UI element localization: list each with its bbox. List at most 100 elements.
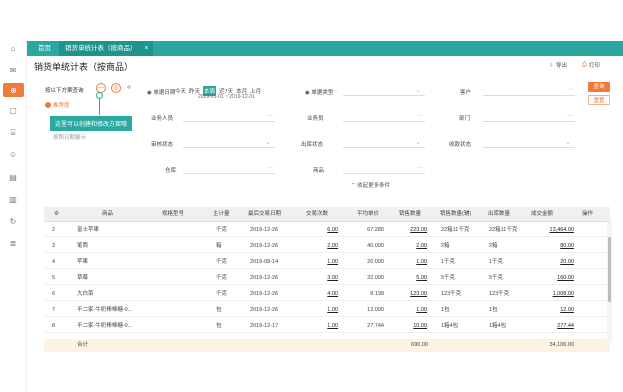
table-row[interactable]: 8 不二家-牛奶棒棒糖-0... 包 2019-12-17 1.00 27.744 10.0… [44, 319, 610, 333]
table-cell: 12.000 [367, 307, 384, 313]
table-cell: 27.744 [367, 323, 384, 329]
user-group-icon[interactable]: ☺ [7, 149, 19, 160]
collapse-more-button[interactable]: ⌃ 收起更多条件 [351, 181, 390, 189]
table-cell[interactable]: 1.00 [302, 255, 338, 269]
outbound-status-select[interactable]: ⌄ [343, 139, 425, 148]
table-cell[interactable]: 1,008.00 [524, 287, 574, 301]
table-cell[interactable]: 4.00 [302, 287, 338, 301]
table-cell[interactable]: 20.00 [524, 255, 574, 269]
table-cell: 1千克 [441, 259, 456, 265]
table-row[interactable]: 3 笔筒箱 2019-12-26 2.00 40.000 2.00 2箱 2箱 80.00 [44, 239, 610, 253]
totals-amount: 34,106.00 [549, 342, 574, 348]
list-icon[interactable]: ≣ [7, 238, 19, 249]
table-cell[interactable]: 1.00 [389, 255, 427, 269]
col-header[interactable]: 最后交易日期 [248, 207, 281, 222]
table-cell: 4 [52, 259, 56, 265]
plan-tag[interactable]: 推荐度 [45, 101, 70, 109]
doc-date-label: ◉ 单据日期 [147, 90, 176, 96]
table-cell: 20.000 [367, 259, 384, 265]
table-cell: 5 [52, 275, 56, 281]
collection-status-select[interactable]: ⌄ [483, 139, 575, 148]
print-button[interactable]: ⎙ 打印 [582, 61, 600, 70]
home-icon[interactable]: ⌂ [7, 43, 19, 54]
date-range[interactable]: 2019-01-01 ~ 2019-12-31 [198, 94, 255, 100]
department-field[interactable]: ··· [483, 113, 575, 122]
table-cell: 不二家-牛奶棒棒糖-0... [77, 307, 133, 313]
tab-sales-report[interactable]: 销货单统计表（按商品） × [59, 41, 153, 56]
report-icon[interactable]: ⊕ [3, 83, 24, 97]
shop-icon[interactable]: ⌸ [7, 127, 19, 138]
col-header[interactable]: 操作 [582, 207, 593, 222]
table-cell: 3 [52, 243, 56, 249]
reset-button[interactable]: 重置 [588, 95, 610, 105]
chart-icon[interactable]: ▥ [7, 194, 19, 205]
table-cell[interactable]: 277.44 [524, 319, 574, 333]
col-settings-icon[interactable]: ⚙ [54, 207, 59, 222]
close-icon[interactable]: × [144, 41, 148, 56]
goods-label: 商品 [313, 168, 325, 174]
customer-field[interactable]: ··· [483, 87, 575, 96]
col-header[interactable]: 主计量 [213, 207, 230, 222]
table-cell[interactable]: 2.00 [302, 239, 338, 253]
table-cell[interactable]: 12.00 [524, 303, 574, 317]
warehouse-field[interactable]: ··· [183, 165, 275, 174]
table-cell[interactable]: 80.00 [524, 239, 574, 253]
settings-plan-icon[interactable]: ◎ [111, 83, 121, 93]
totals-qty: 690.00 [411, 342, 428, 348]
mail-icon[interactable]: ✉ [7, 65, 19, 76]
collapse-icon[interactable]: « [127, 84, 131, 91]
table-row[interactable]: 5 草莓 千克 2019-12-26 3.00 32.000 5.00 5千克 5千克 160.0… [44, 271, 610, 285]
col-header[interactable]: 销售数量(辅) [440, 207, 471, 222]
table-cell: 2019-12-26 [250, 227, 279, 233]
business-staff-field[interactable]: ··· [183, 113, 275, 122]
salesperson-field[interactable]: ··· [343, 113, 425, 122]
refresh-icon[interactable]: ↻ [7, 216, 19, 227]
table-cell: 1箱4包 [441, 323, 459, 329]
export-button[interactable]: ⇩ 导出 [549, 61, 567, 70]
goods-field[interactable]: ··· [343, 165, 425, 174]
scrollbar-thumb[interactable] [608, 237, 611, 302]
audit-status-select[interactable]: ⌄ [183, 139, 275, 148]
table-cell[interactable]: 3.00 [302, 271, 338, 285]
table-cell[interactable]: 1.00 [302, 319, 338, 333]
customer-label: 客户 [460, 90, 472, 96]
table-cell[interactable]: 6.00 [302, 223, 338, 237]
table-row[interactable]: 2 富士苹果 千克 2019-12-26 6.00 67.280 223.00 22箱11千克… [44, 223, 610, 237]
col-header[interactable]: 成交金额 [531, 207, 553, 222]
more-icon: ··· [567, 113, 573, 119]
table-cell[interactable]: 13,464.00 [524, 223, 574, 237]
col-header[interactable]: 交易次数 [306, 207, 328, 222]
table-cell[interactable]: 2.00 [389, 239, 427, 253]
table-cell[interactable]: 1.00 [389, 303, 427, 317]
table-cell[interactable]: 123.00 [389, 287, 427, 301]
table-row[interactable]: 4 苹果 千克 2019-08-14 1.00 20.000 1.00 1千克 1千克 20.00 [44, 255, 610, 269]
table-cell[interactable]: 223.00 [389, 223, 427, 237]
table-cell: 包 [216, 323, 222, 329]
customer-type-select[interactable]: ⌄ [343, 87, 425, 96]
table-cell: 67.280 [367, 227, 384, 233]
table-row[interactable]: 7 不二家-牛奶棒棒糖-0... 包 2019-12-26 1.00 12.000 1.00… [44, 303, 610, 317]
table-cell: 千克 [216, 275, 228, 281]
table-cell[interactable]: 1.00 [302, 303, 338, 317]
query-button[interactable]: 查询 [588, 82, 610, 92]
tab-bar: 首页 销货单统计表（按商品） × [27, 41, 623, 56]
col-header[interactable]: 商品 [102, 207, 113, 222]
table-cell[interactable]: 10.00 [389, 319, 427, 333]
table-cell: 8 [52, 323, 56, 329]
table-row[interactable]: 6 大白菜 千克 2019-12-26 4.00 8.198 123.00 123千克 123千… [44, 287, 610, 301]
col-header[interactable]: 平均单价 [357, 207, 379, 222]
calendar-icon[interactable]: ▢ [7, 105, 19, 116]
date-option-today[interactable]: 今天 [175, 87, 186, 95]
tab-home[interactable]: 首页 [32, 41, 57, 56]
col-header[interactable]: 规格型号 [162, 207, 184, 222]
col-header[interactable]: 销售数量 [399, 207, 421, 222]
doc-icon[interactable]: ▤ [7, 172, 19, 183]
table-cell: 2019-12-26 [250, 307, 279, 313]
table-cell[interactable]: 160.00 [524, 271, 574, 285]
table-cell: 7 [52, 307, 56, 313]
tooltip-dot [96, 92, 103, 99]
col-header[interactable]: 出库数量 [488, 207, 510, 222]
plan-tag-label: 推荐度 [53, 103, 70, 109]
table-cell[interactable]: 5.00 [389, 271, 427, 285]
more-icon: ··· [417, 165, 423, 171]
